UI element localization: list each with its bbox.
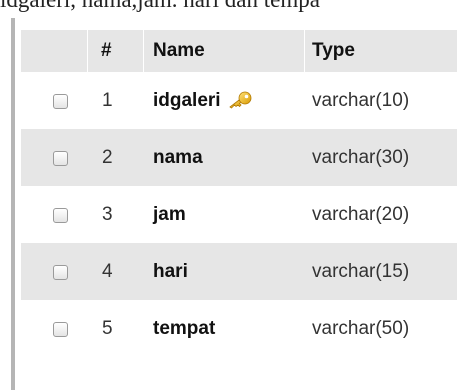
row-number: 5 xyxy=(102,317,113,339)
header-number[interactable]: # xyxy=(101,30,112,72)
column-type: varchar(10) xyxy=(312,89,410,111)
table-row: 2 nama varchar(30) xyxy=(21,129,457,186)
header-name[interactable]: Name xyxy=(153,30,205,72)
table-header: # Name Type xyxy=(21,30,457,72)
row-checkbox[interactable] xyxy=(53,321,68,337)
column-name: tempat xyxy=(153,317,216,339)
row-number: 3 xyxy=(102,203,113,225)
column-name: hari xyxy=(153,260,188,282)
table-row: 1 idgaleri varchar(10) xyxy=(21,72,457,129)
table-row: 5 tempat varchar(50) xyxy=(21,300,457,357)
key-icon xyxy=(228,91,251,109)
header-divider xyxy=(143,30,144,72)
row-number: 2 xyxy=(102,146,113,168)
column-type: varchar(30) xyxy=(312,146,410,168)
column-name: nama xyxy=(153,146,203,168)
row-checkbox[interactable] xyxy=(53,207,68,223)
row-number: 4 xyxy=(102,260,113,282)
column-name-text: idgaleri xyxy=(153,89,221,111)
caption-text: idgaleri, nama,jam. hari dan tempa xyxy=(0,0,320,13)
header-divider xyxy=(304,30,305,72)
row-number: 1 xyxy=(102,89,113,111)
row-checkbox[interactable] xyxy=(53,264,68,280)
column-type: varchar(20) xyxy=(312,203,410,225)
column-type: varchar(50) xyxy=(312,317,410,339)
column-name: jam xyxy=(153,203,186,225)
column-name: idgaleri xyxy=(153,72,253,129)
table-row: 4 hari varchar(15) xyxy=(21,243,457,300)
row-checkbox[interactable] xyxy=(53,150,68,166)
column-type: varchar(15) xyxy=(312,260,410,282)
table-row: 3 jam varchar(20) xyxy=(21,186,457,243)
left-border xyxy=(11,18,15,390)
header-divider xyxy=(87,30,88,72)
structure-table: # Name Type 1 idgaleri varchar(10) 2 nam… xyxy=(21,30,457,357)
header-type[interactable]: Type xyxy=(312,30,355,72)
row-checkbox[interactable] xyxy=(53,93,68,109)
